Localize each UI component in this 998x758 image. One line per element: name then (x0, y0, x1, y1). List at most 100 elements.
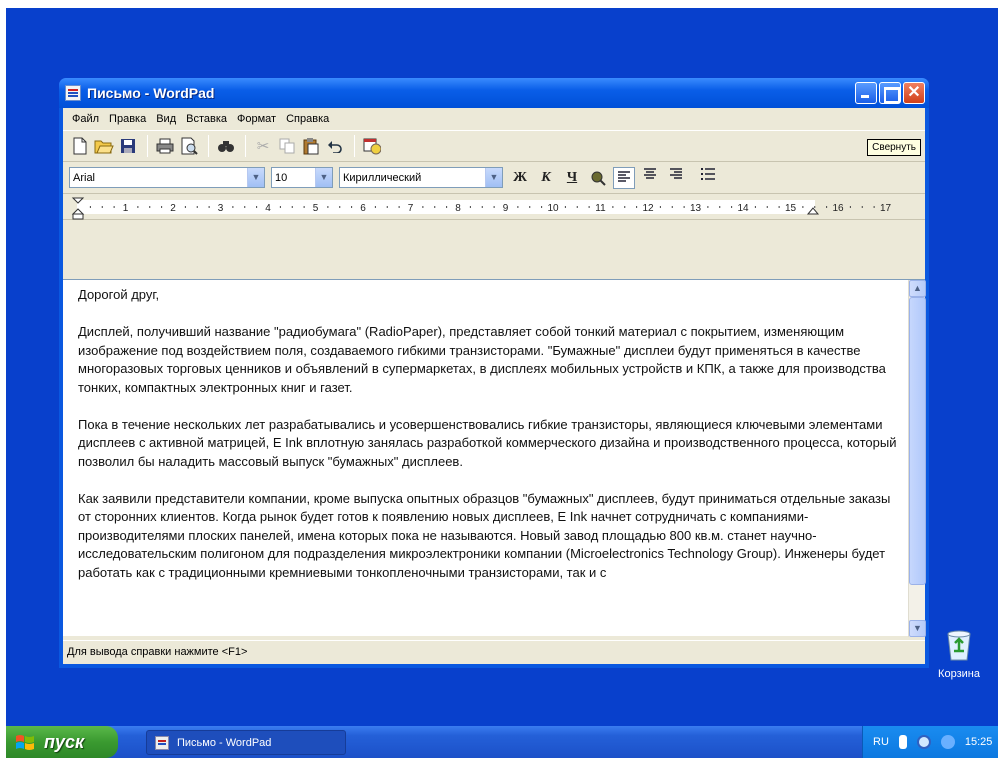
language-indicator[interactable]: RU (873, 736, 889, 748)
ruler-tick (873, 206, 875, 208)
ruler-tick (564, 206, 566, 208)
ruler-tick (184, 206, 186, 208)
ruler-tick (861, 206, 863, 208)
ruler-tick (446, 206, 448, 208)
toolbar-separator (354, 135, 355, 157)
ruler-number: 11 (595, 203, 606, 214)
underline-button[interactable]: Ч (561, 167, 583, 189)
print-preview-icon[interactable] (178, 135, 200, 157)
ruler-tick (814, 206, 816, 208)
copy-icon[interactable] (276, 135, 298, 157)
paste-icon[interactable] (300, 135, 322, 157)
ruler-tick (137, 206, 139, 208)
recycle-bin[interactable]: Корзина (924, 628, 994, 680)
ruler-number: 4 (265, 203, 271, 214)
italic-button[interactable]: К (535, 167, 557, 189)
undo-icon[interactable] (324, 135, 346, 157)
close-button[interactable]: ✕ (903, 82, 925, 104)
open-icon[interactable] (93, 135, 115, 157)
taskbar-item-wordpad[interactable]: Письмо - WordPad (146, 730, 346, 755)
ruler-tick (624, 206, 626, 208)
save-icon[interactable] (117, 135, 139, 157)
vertical-scrollbar[interactable]: ▲ ▼ (908, 280, 926, 637)
menu-edit[interactable]: Правка (104, 113, 151, 125)
chevron-down-icon[interactable]: ▼ (315, 168, 332, 187)
ruler-number: 16 (832, 203, 844, 214)
ruler-tick (469, 206, 471, 208)
ruler[interactable]: 1 2 3 4 5 6 7 8 9 10 11 12 13 14 15 16 17 (63, 194, 925, 220)
align-right-button[interactable] (665, 167, 687, 189)
taskbar-item-label: Письмо - WordPad (177, 736, 272, 749)
cut-icon[interactable]: ✂ (252, 135, 274, 157)
document-area[interactable]: Дорогой друг, Дисплей, получивший назван… (63, 279, 926, 637)
menu-insert[interactable]: Вставка (181, 113, 232, 125)
font-select[interactable]: Arial ▼ (69, 167, 265, 188)
ruler-number: 15 (785, 203, 797, 214)
ruler-number: 7 (408, 203, 414, 214)
ruler-tick (232, 206, 234, 208)
document-text[interactable]: Дорогой друг, Дисплей, получивший назван… (78, 286, 898, 636)
menu-help[interactable]: Справка (281, 113, 334, 125)
ruler-tick (149, 206, 151, 208)
ruler-tick (683, 206, 685, 208)
ruler-tick (754, 206, 756, 208)
script-value: Кириллический (343, 171, 422, 184)
color-button[interactable] (587, 167, 609, 189)
ruler-number: 17 (880, 203, 892, 214)
ruler-tick (113, 206, 115, 208)
toolbar-separator (245, 135, 246, 157)
scroll-up-icon[interactable]: ▲ (909, 280, 926, 297)
bold-button[interactable]: Ж (509, 167, 531, 189)
ruler-number: 6 (360, 203, 366, 214)
wordpad-icon[interactable] (65, 85, 81, 101)
ruler-tick (351, 206, 353, 208)
print-icon[interactable] (154, 135, 176, 157)
ruler-tick (826, 206, 828, 208)
ruler-tick (374, 206, 376, 208)
recycle-bin-icon[interactable] (944, 628, 974, 662)
ruler-tick (244, 206, 246, 208)
title-bar[interactable]: Письмо - WordPad ✕ (59, 78, 929, 108)
font-select-value: Arial (73, 171, 96, 184)
menu-view[interactable]: Вид (151, 113, 181, 125)
datetime-icon[interactable] (361, 135, 383, 157)
new-icon[interactable] (69, 135, 91, 157)
align-left-button[interactable] (613, 166, 635, 189)
ruler-tick (576, 206, 578, 208)
start-button[interactable]: пуск (6, 726, 118, 758)
bullets-button[interactable] (697, 167, 719, 189)
ruler-tick (279, 206, 281, 208)
ruler-tick (802, 206, 804, 208)
paragraph: Дисплей, получивший название "радиобумаг… (78, 324, 886, 395)
ruler-tick (161, 206, 163, 208)
find-icon[interactable] (215, 135, 237, 157)
ruler-tick (101, 206, 103, 208)
close-icon: ✕ (907, 84, 921, 101)
format-bar: Arial ▼ 10 ▼ Кириллический ▼ Ж К Ч (63, 162, 925, 194)
wordpad-icon (155, 735, 169, 750)
ruler-tick (327, 206, 329, 208)
ruler-tick (89, 206, 91, 208)
menu-bar: Файл Правка Вид Вставка Формат Справка (63, 108, 925, 130)
ruler-tick (208, 206, 210, 208)
menu-file[interactable]: Файл (67, 113, 104, 125)
minimize-button[interactable] (855, 82, 877, 104)
volume-icon[interactable] (940, 735, 955, 749)
wordpad-window: Письмо - WordPad ✕ Файл Правка Вид Встав… (59, 78, 929, 668)
script-select[interactable]: Кириллический ▼ (339, 167, 503, 188)
connection-icon[interactable] (898, 735, 907, 749)
ruler-tick (719, 206, 721, 208)
paragraph: Как заявили представители компании, кром… (78, 490, 891, 580)
chevron-down-icon[interactable]: ▼ (485, 168, 502, 187)
scroll-thumb[interactable] (909, 297, 926, 585)
ruler-tick (517, 206, 519, 208)
ruler-number: 12 (642, 203, 654, 214)
chevron-down-icon[interactable]: ▼ (247, 168, 264, 187)
maximize-button[interactable] (879, 82, 901, 104)
network-icon[interactable] (916, 735, 931, 749)
ruler-number: 13 (690, 203, 702, 214)
menu-format[interactable]: Формат (232, 113, 281, 125)
recycle-bin-label: Корзина (938, 668, 980, 680)
font-size-select[interactable]: 10 ▼ (271, 167, 333, 188)
align-center-button[interactable] (639, 167, 661, 189)
